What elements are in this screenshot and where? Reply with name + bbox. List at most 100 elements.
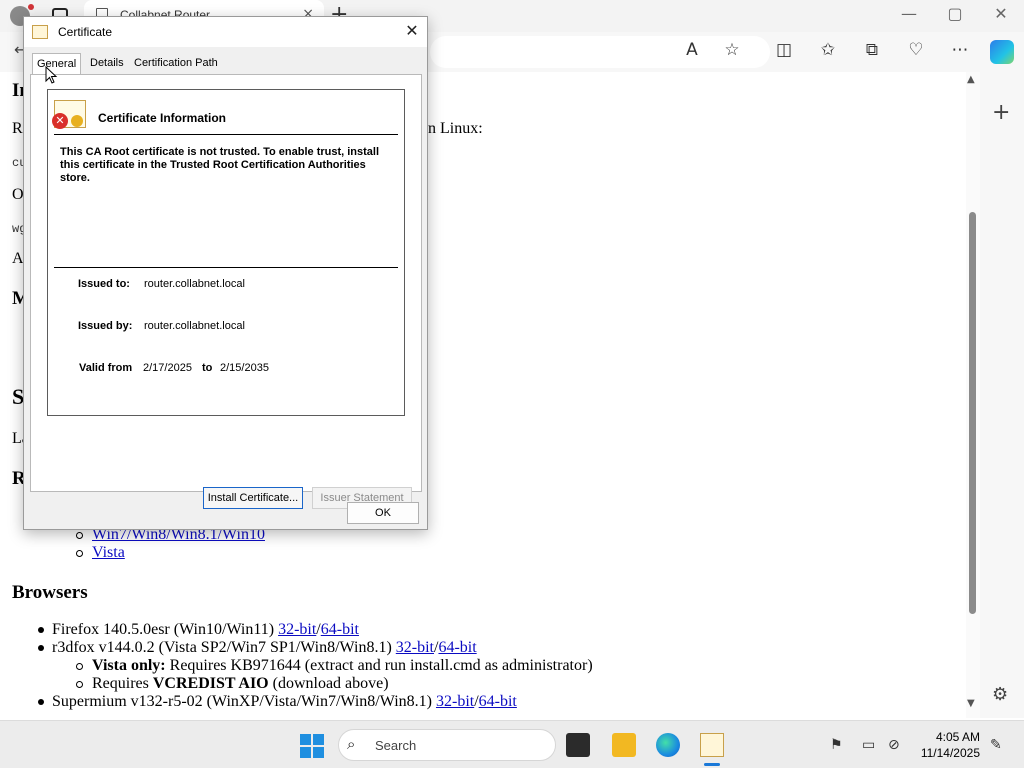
search-icon: ⌕	[347, 735, 356, 753]
dialog-title: Certificate	[58, 25, 113, 39]
file-explorer-icon[interactable]	[612, 733, 636, 757]
vista-link[interactable]: Vista	[92, 544, 125, 561]
certificate-icon	[32, 25, 48, 39]
issued-to-value: router.collabnet.local	[144, 278, 245, 290]
scrollbar-thumb[interactable]	[969, 212, 976, 614]
split-screen-icon[interactable]: ◫	[772, 40, 796, 60]
favorites-icon[interactable]: ✩	[816, 40, 840, 60]
favorite-star-icon[interactable]: ☆	[720, 40, 744, 60]
maximize-button[interactable]: ▢	[932, 4, 978, 23]
install-certificate-button[interactable]: Install Certificate...	[203, 487, 303, 509]
requires-suffix: (download above)	[268, 675, 389, 692]
tab-certification-path[interactable]: Certification Path	[130, 57, 222, 69]
circle-bullet	[76, 662, 83, 670]
edge-browser-icon[interactable]	[656, 733, 680, 757]
windows-logo-tile	[300, 747, 311, 758]
circle-bullet	[76, 680, 83, 688]
bullet	[38, 645, 44, 652]
firefox-32bit-link[interactable]: 32-bit	[278, 621, 316, 638]
valid-from-value: 2/17/2025	[143, 362, 192, 374]
list-item-supermium: Supermium v132-r5-02 (WinXP/Vista/Win7/W…	[38, 693, 517, 711]
network-icon[interactable]: ▭	[862, 737, 875, 753]
text-fragment: A	[12, 250, 24, 267]
text-fragment: O	[12, 186, 24, 203]
general-tab-panel: ✕ Certificate Information This CA Root c…	[30, 74, 422, 509]
text-fragment: R	[12, 120, 23, 137]
circle-bullet	[76, 549, 83, 557]
read-aloud-icon[interactable]: A	[680, 40, 704, 60]
scroll-up-icon[interactable]: ▲	[967, 74, 975, 85]
bullet	[38, 627, 44, 634]
certificate-app-icon[interactable]	[700, 733, 724, 757]
list-item-vista-only: Vista only: Requires KB971644 (extract a…	[76, 657, 593, 675]
collections-icon[interactable]: ⧉	[860, 40, 884, 60]
list-item-firefox: Firefox 140.5.0esr (Win10/Win11) 32-bit/…	[38, 621, 359, 639]
vista-only-text: Requires KB971644 (extract and run insta…	[165, 657, 593, 674]
vista-only-label: Vista only:	[92, 657, 166, 674]
dialog-title-bar[interactable]: Certificate ✕	[24, 17, 427, 47]
supermium-64bit-link[interactable]: 64-bit	[479, 693, 517, 710]
divider	[54, 134, 398, 135]
valid-to-value: 2/15/2035	[220, 362, 269, 374]
r3dfox-64bit-link[interactable]: 64-bit	[438, 639, 476, 656]
copilot-icon[interactable]	[990, 40, 1014, 64]
trust-warning-text: This CA Root certificate is not trusted.…	[60, 146, 380, 184]
edge-sidebar: + ⚙	[980, 72, 1024, 718]
close-window-button[interactable]: ✕	[978, 4, 1024, 23]
vcredist-label: VCREDIST AIO	[152, 675, 269, 692]
volume-muted-icon[interactable]: ⊘	[888, 737, 900, 753]
start-button[interactable]	[300, 734, 324, 758]
firefox-text: Firefox 140.5.0esr (Win10/Win11)	[52, 621, 279, 638]
windows-logo-tile	[313, 734, 324, 745]
r3dfox-text: r3dfox v144.0.2 (Vista SP2/Win7 SP1/Win8…	[52, 639, 396, 656]
browsers-heading: Browsers	[12, 582, 88, 603]
active-app-indicator	[704, 763, 720, 766]
minimize-button[interactable]: —	[886, 4, 932, 23]
clock-time: 4:05 AM	[935, 730, 980, 744]
valid-from-label: Valid from	[79, 362, 133, 374]
list-item-r3dfox: r3dfox v144.0.2 (Vista SP2/Win7 SP1/Win8…	[38, 639, 477, 657]
browser-essentials-icon[interactable]: ♡	[904, 40, 928, 60]
windows-logo-tile	[313, 747, 324, 758]
mouse-cursor-icon	[45, 66, 58, 84]
supermium-32bit-link[interactable]: 32-bit	[436, 693, 474, 710]
windows-logo-icon	[300, 734, 311, 745]
certificate-info-box: ✕ Certificate Information This CA Root c…	[47, 89, 405, 416]
ok-button[interactable]: OK	[347, 502, 419, 524]
list-item: Vista	[76, 544, 125, 562]
issued-by-label: Issued by:	[78, 320, 133, 332]
seal-icon	[71, 115, 83, 127]
tab-details[interactable]: Details	[86, 57, 128, 69]
more-menu-icon[interactable]: ⋯	[948, 40, 972, 60]
requires-prefix: Requires	[92, 675, 153, 692]
certificate-info-heading: Certificate Information	[98, 111, 227, 125]
list-item-requires: Requires VCREDIST AIO (download above)	[76, 675, 389, 693]
certificate-error-icon: ✕	[52, 100, 86, 129]
task-view-app-icon[interactable]	[566, 733, 590, 757]
windows-taskbar: ⌕ Search ⚑ ▭ ⊘ 4:05 AM 11/14/2025 ✎	[0, 720, 1024, 768]
tray-apps-icon[interactable]: ⚑	[830, 737, 843, 753]
taskbar-search[interactable]: ⌕ Search	[338, 729, 556, 761]
bullet	[38, 699, 44, 706]
firefox-64bit-link[interactable]: 64-bit	[321, 621, 359, 638]
certificate-dialog: Certificate ✕ General Details Certificat…	[23, 16, 428, 530]
gear-icon[interactable]: ⚙	[992, 684, 1008, 705]
error-icon: ✕	[52, 113, 68, 129]
dialog-tabs: General Details Certification Path	[32, 53, 422, 75]
add-sidebar-app-icon[interactable]: +	[992, 100, 1010, 125]
notifications-icon[interactable]: ✎	[990, 737, 1002, 753]
divider	[54, 267, 398, 268]
address-bar[interactable]	[430, 36, 770, 68]
scroll-down-icon[interactable]: ▼	[967, 698, 975, 709]
supermium-text: Supermium v132-r5-02 (WinXP/Vista/Win7/W…	[52, 693, 436, 710]
circle-bullet	[76, 531, 83, 539]
valid-to-label: to	[202, 362, 213, 374]
linux-text: n Linux:	[428, 120, 483, 137]
issued-by-value: router.collabnet.local	[144, 320, 245, 332]
search-placeholder: Search	[375, 738, 417, 753]
r3dfox-32bit-link[interactable]: 32-bit	[396, 639, 434, 656]
taskbar-clock[interactable]: 4:05 AM 11/14/2025	[918, 729, 980, 761]
page-scrollbar[interactable]: ▲ ▼	[966, 72, 980, 718]
issued-to-label: Issued to:	[78, 278, 130, 290]
dialog-close-button[interactable]: ✕	[400, 21, 424, 40]
